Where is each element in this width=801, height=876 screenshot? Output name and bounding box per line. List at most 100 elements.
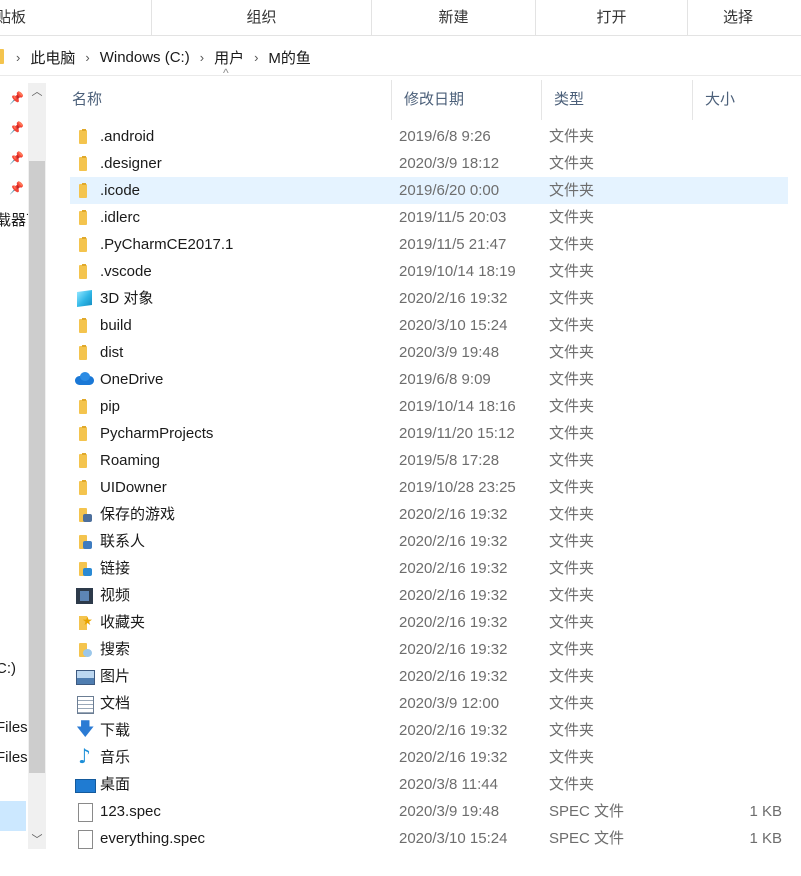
breadcrumb-this-pc[interactable]: 此电脑 — [24, 47, 81, 68]
pin-icon[interactable]: 📌 — [9, 151, 24, 165]
file-row[interactable]: build 2020/3/10 15:24 文件夹 — [70, 312, 788, 339]
file-row[interactable]: 链接 2020/2/16 19:32 文件夹 — [70, 555, 788, 582]
file-row[interactable]: 123.spec 2020/3/9 19:48 SPEC 文件 1 KB — [70, 798, 788, 825]
pin-icon[interactable]: 📌 — [9, 181, 24, 195]
file-type: SPEC 文件 — [549, 830, 625, 847]
file-icon — [75, 830, 93, 849]
file-date-modified: 2020/2/16 19:32 — [399, 641, 508, 658]
file-row[interactable]: 图片 2020/2/16 19:32 文件夹 — [70, 663, 788, 690]
file-date-modified: 2019/10/28 23:25 — [399, 479, 516, 496]
file-name: 3D 对象 — [100, 290, 154, 307]
contacts-icon — [75, 533, 93, 550]
file-name: 链接 — [100, 560, 131, 577]
scroll-down-arrow-icon[interactable]: ﹀ — [28, 831, 46, 849]
file-row[interactable]: 文档 2020/3/9 12:00 文件夹 — [70, 690, 788, 717]
pin-icon[interactable]: 📌 — [9, 91, 24, 105]
nav-item-partial[interactable]: Files — [0, 719, 28, 736]
file-type: 文件夹 — [549, 371, 595, 388]
file-row[interactable]: .android 2019/6/8 9:26 文件夹 — [70, 123, 788, 150]
file-row[interactable]: PycharmProjects 2019/11/20 15:12 文件夹 — [70, 420, 788, 447]
file-date-modified: 2020/2/16 19:32 — [399, 560, 508, 577]
breadcrumb-users[interactable]: 用户 — [208, 47, 250, 68]
file-name: pip — [100, 398, 121, 415]
folder-icon — [75, 236, 93, 253]
file-row[interactable]: 音乐 2020/2/16 19:32 文件夹 — [70, 743, 788, 771]
breadcrumb-drive-c[interactable]: Windows (C:) — [94, 49, 196, 66]
file-row[interactable]: 保存的游戏 2020/2/16 19:32 文件夹 — [70, 501, 788, 528]
file-row[interactable]: OneDrive 2019/6/8 9:09 文件夹 — [70, 366, 788, 393]
file-date-modified: 2020/3/10 15:24 — [399, 830, 508, 847]
file-date-modified: 2020/2/16 19:32 — [399, 506, 508, 523]
file-type: 文件夹 — [549, 236, 595, 253]
file-row[interactable]: everything.spec 2020/3/10 15:24 SPEC 文件 1 K… — [70, 825, 788, 852]
folder-icon — [75, 425, 93, 442]
favorites-icon — [75, 608, 93, 635]
file-name: OneDrive — [100, 371, 164, 388]
header-name[interactable]: 名称 — [60, 80, 391, 120]
file-row[interactable]: 视频 2020/2/16 19:32 文件夹 — [70, 582, 788, 609]
nav-item-partial[interactable]: Files — [0, 749, 28, 766]
scroll-up-arrow-icon[interactable]: ︿ — [28, 83, 46, 101]
file-row[interactable]: 联系人 2020/2/16 19:32 文件夹 — [70, 528, 788, 555]
file-name: 图片 — [100, 668, 131, 685]
3d-objects-icon — [75, 290, 93, 307]
file-type: 文件夹 — [549, 776, 595, 793]
breadcrumb: › 此电脑 › Windows (C:) › 用户 › M的鱼 — [12, 38, 317, 76]
file-type: 文件夹 — [549, 587, 595, 604]
chevron-right-icon[interactable]: › — [12, 50, 24, 65]
file-row[interactable]: .designer 2020/3/9 18:12 文件夹 — [70, 150, 788, 177]
header-size[interactable]: 大小 — [692, 80, 788, 120]
file-icon — [75, 803, 93, 822]
file-name: .icode — [100, 182, 141, 199]
nav-item-partial[interactable]: C:) — [0, 660, 16, 677]
file-date-modified: 2019/11/5 20:03 — [399, 209, 507, 226]
file-name: Roaming — [100, 452, 161, 469]
file-name: 桌面 — [100, 776, 131, 793]
file-name: 收藏夹 — [100, 614, 146, 631]
file-row[interactable]: 收藏夹 2020/2/16 19:32 文件夹 — [70, 608, 788, 636]
file-row[interactable]: 桌面 2020/3/8 11:44 文件夹 — [70, 771, 788, 798]
ribbon-group-select: 选择 — [722, 9, 753, 26]
file-type: 文件夹 — [549, 749, 595, 766]
file-type: 文件夹 — [549, 425, 595, 442]
breadcrumb-user-folder[interactable]: M的鱼 — [262, 47, 317, 68]
file-row[interactable]: 3D 对象 2020/2/16 19:32 文件夹 — [70, 285, 788, 312]
file-date-modified: 2019/5/8 17:28 — [399, 452, 500, 469]
desktop-icon — [75, 776, 96, 793]
file-size: 1 KB — [749, 803, 782, 820]
file-name: 联系人 — [100, 533, 146, 550]
file-type: 文件夹 — [549, 452, 595, 469]
file-row[interactable]: UIDowner 2019/10/28 23:25 文件夹 — [70, 474, 788, 501]
header-type[interactable]: 类型 — [541, 80, 692, 120]
file-row[interactable]: .idlerc 2019/11/5 20:03 文件夹 — [70, 204, 788, 231]
pin-icon[interactable]: 📌 — [9, 121, 24, 135]
searches-icon — [75, 641, 93, 658]
file-row[interactable]: dist 2020/3/9 19:48 文件夹 — [70, 339, 788, 366]
file-type: 文件夹 — [549, 263, 595, 280]
chevron-right-icon[interactable]: › — [250, 50, 262, 65]
address-bar[interactable]: › 此电脑 › Windows (C:) › 用户 › M的鱼 — [0, 38, 801, 76]
column-headers: ^ 名称 修改日期 类型 大小 — [60, 66, 801, 120]
file-date-modified: 2020/3/8 11:44 — [399, 776, 498, 793]
file-row[interactable]: pip 2019/10/14 18:16 文件夹 — [70, 393, 788, 420]
file-row[interactable]: 下载 2020/2/16 19:32 文件夹 — [70, 716, 788, 744]
folder-icon — [75, 263, 93, 280]
chevron-right-icon[interactable]: › — [81, 50, 93, 65]
nav-scrollbar[interactable]: ︿ ﹀ — [28, 83, 46, 849]
scrollbar-thumb[interactable] — [29, 161, 45, 773]
file-row[interactable]: .vscode 2019/10/14 18:19 文件夹 — [70, 258, 788, 285]
header-date-modified[interactable]: 修改日期 — [391, 80, 541, 120]
nav-selected-item[interactable] — [0, 801, 26, 831]
file-row[interactable]: Roaming 2019/5/8 17:28 文件夹 — [70, 447, 788, 474]
file-row[interactable]: 搜索 2020/2/16 19:32 文件夹 — [70, 636, 788, 663]
file-row[interactable]: .icode 2019/6/20 0:00 文件夹 — [70, 177, 788, 204]
file-date-modified: 2020/2/16 19:32 — [399, 587, 508, 604]
file-name: 音乐 — [100, 749, 131, 766]
chevron-right-icon[interactable]: › — [196, 50, 208, 65]
file-type: 文件夹 — [549, 614, 595, 631]
file-type: 文件夹 — [549, 695, 595, 712]
file-row[interactable]: .PyCharmCE2017.1 2019/11/5 21:47 文件夹 — [70, 231, 788, 258]
folder-icon — [75, 155, 93, 172]
file-name: 123.spec — [100, 803, 161, 820]
folder-icon — [0, 49, 4, 64]
